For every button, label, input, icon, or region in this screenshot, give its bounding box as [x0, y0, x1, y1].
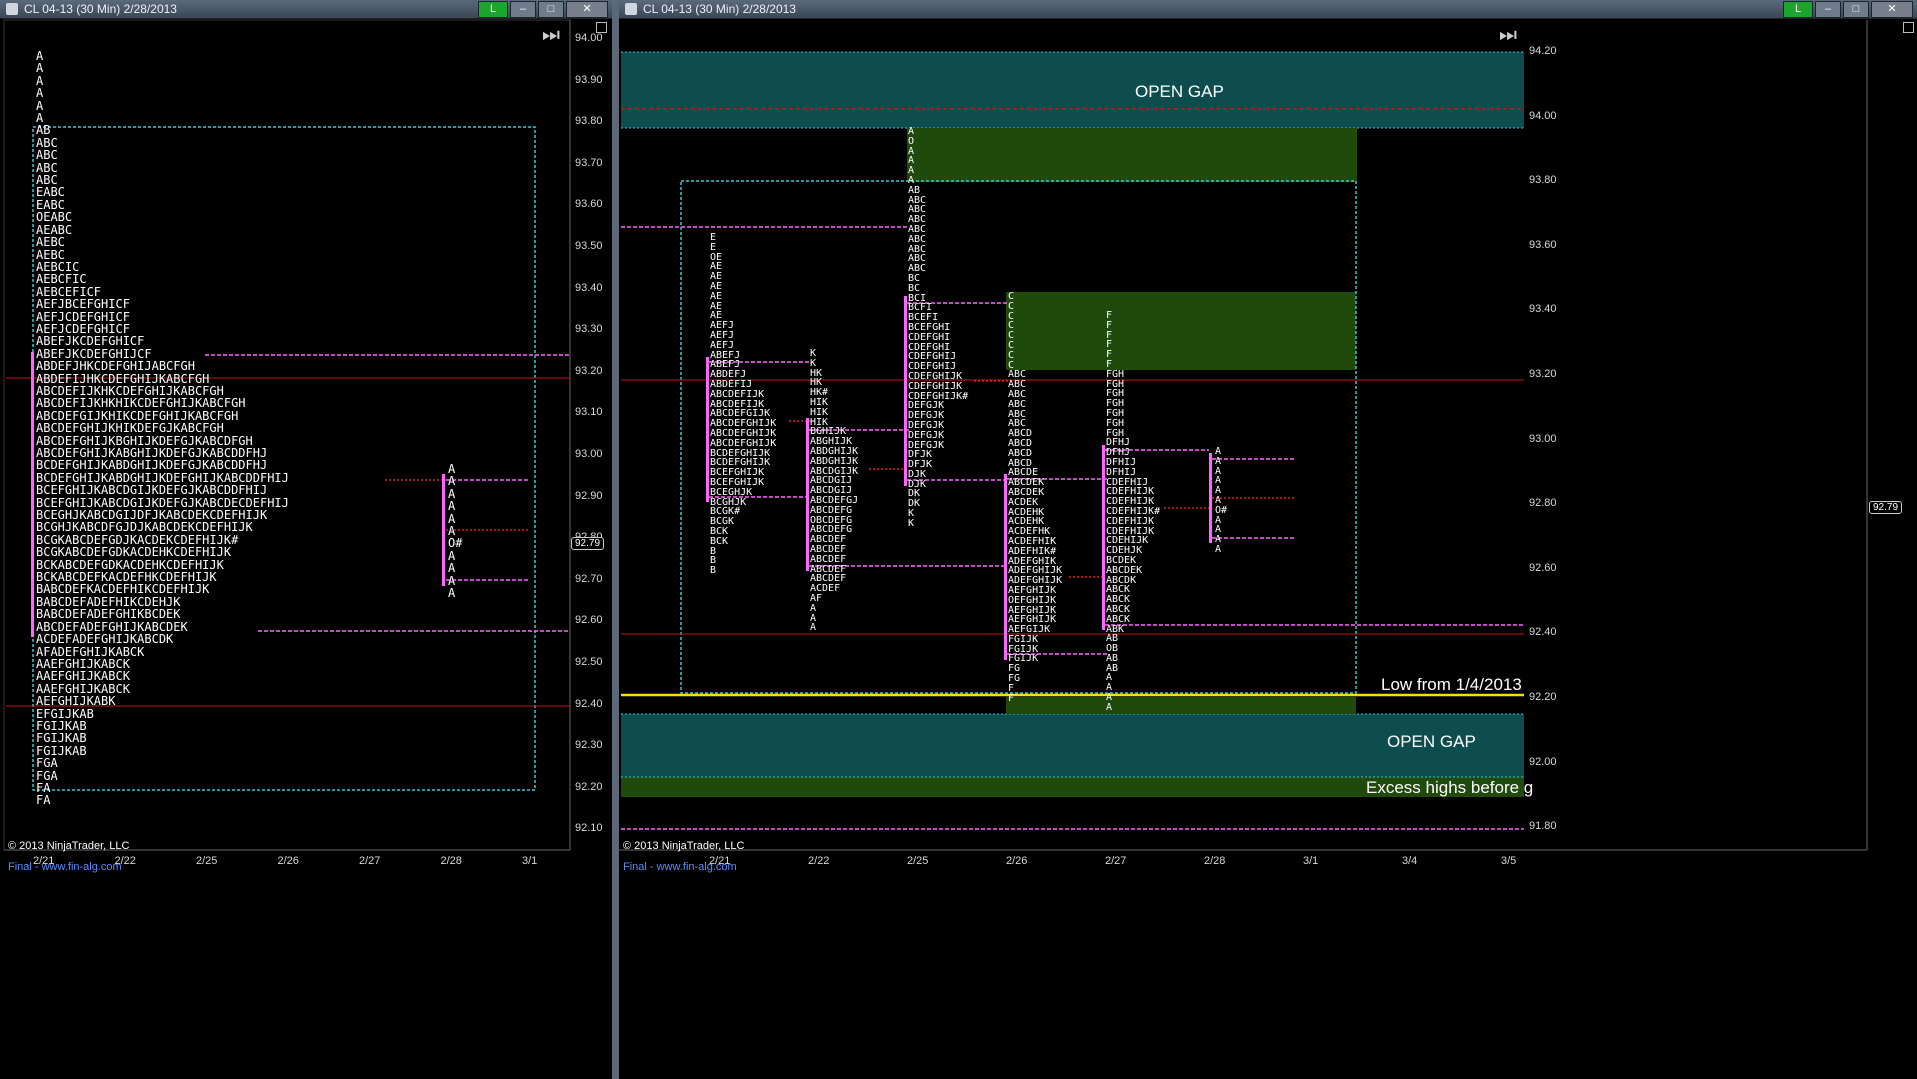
price-tick-label: 92.20 — [575, 780, 603, 793]
price-tick-label: 93.40 — [575, 281, 603, 294]
date-tick-label: 3/4 — [1402, 855, 1418, 867]
panel-toggle-icon[interactable] — [1903, 22, 1914, 33]
footer-link[interactable]: Final - www.fin-alg.com — [8, 861, 122, 873]
date-tick-label: 2/28 — [440, 855, 462, 867]
date-tick-label: 3/5 — [1501, 855, 1517, 867]
price-tick-label: 92.60 — [1529, 561, 1557, 574]
price-tick-label: 93.40 — [1529, 303, 1557, 316]
price-tick-label: 93.20 — [575, 364, 603, 377]
copyright-text: © 2013 NinjaTrader, LLC — [8, 840, 130, 852]
day-profile: A A A A A A O# A A A A — [448, 462, 463, 601]
day-profile: K K HK HK HK# HIK HIK HIK BGHIJK ABGHIJK… — [810, 348, 859, 634]
current-price-marker: 92.79 — [571, 537, 605, 550]
date-tick-label: 3/1 — [522, 855, 538, 867]
profile-bar — [806, 418, 809, 571]
price-tick-label: 94.20 — [1529, 45, 1557, 57]
date-tick-label: 2/27 — [1105, 855, 1127, 867]
price-tick-label: 92.70 — [575, 572, 603, 585]
skip-to-end-icon[interactable]: ⏭ — [542, 24, 560, 47]
price-tick-label: 92.90 — [575, 489, 603, 502]
price-tick-label: 92.40 — [1529, 626, 1557, 639]
low-label: Low from 1/4/2013 — [1381, 675, 1522, 694]
price-tick-label: 92.80 — [1529, 497, 1557, 510]
date-tick-label: 2/27 — [359, 855, 381, 867]
current-price-marker: 92.79 — [1869, 501, 1903, 514]
date-tick-label: 3/1 — [1303, 855, 1319, 867]
profile-bar — [904, 296, 907, 486]
price-tick-label: 93.90 — [575, 73, 603, 86]
date-tick-label: 2/25 — [907, 855, 929, 867]
footer-link[interactable]: Final - www.fin-alg.com — [623, 861, 737, 873]
profile-bar — [442, 474, 445, 586]
right-chart-window[interactable]: CL 04-13 (30 Min) 2/28/2013 L – □ ✕ ⏭ OP… — [619, 0, 1917, 1079]
profile-bar — [1102, 445, 1105, 630]
day-profile: F F F F F F FGH FGH FGH FGH FGH FGH FGH … — [1106, 310, 1161, 713]
profile-bar — [31, 352, 34, 637]
window-separator[interactable] — [612, 0, 619, 1079]
profile-bar — [1209, 453, 1212, 543]
date-tick-label: 2/25 — [196, 855, 218, 867]
price-tick-label: 91.80 — [1529, 820, 1557, 833]
price-tick-label: 93.00 — [575, 448, 603, 460]
price-tick-label: 93.30 — [575, 323, 603, 336]
price-tick-label: 92.40 — [575, 697, 603, 710]
left-chart-window[interactable]: CL 04-13 (30 Min) 2/28/2013 L – □ ✕ ⏭ A … — [0, 0, 612, 1079]
copyright-text: © 2013 NinjaTrader, LLC — [623, 840, 745, 852]
price-tick-label: 93.80 — [575, 115, 603, 128]
composite-profile: A A A A A A AB ABC ABC ABC ABC EABC EABC… — [36, 49, 289, 808]
day-profile: C C C C C C C C ABC ABC ABC ABC ABC ABC … — [1008, 291, 1063, 704]
open-gap-zone-top — [621, 52, 1524, 128]
day-profile: A O A A A A AB ABC ABC ABC ABC ABC ABC A… — [908, 126, 969, 529]
price-tick-label: 93.10 — [575, 406, 603, 419]
price-tick-label: 92.50 — [575, 656, 603, 668]
open-gap-label: OPEN GAP — [1135, 82, 1224, 101]
date-tick-label: 2/26 — [1006, 855, 1028, 867]
open-gap-label: OPEN GAP — [1387, 732, 1476, 751]
price-tick-label: 94.00 — [575, 32, 603, 44]
price-tick-label: 92.10 — [575, 822, 603, 835]
price-tick-label: 93.60 — [1529, 238, 1557, 251]
profile-bar — [706, 357, 709, 502]
price-tick-label: 93.00 — [1529, 432, 1557, 445]
date-tick-label: 2/26 — [277, 855, 299, 867]
price-tick-label: 92.30 — [575, 739, 603, 752]
price-tick-label: 92.60 — [575, 614, 603, 627]
price-tick-label: 93.60 — [575, 198, 603, 211]
day-profile: E E OE AE AE AE AE AE AE AEFJ AEFJ AEFJ … — [710, 232, 777, 577]
day-profile: A A A A A A O# A A A A — [1215, 446, 1228, 555]
price-tick-label: 93.50 — [575, 240, 603, 252]
price-tick-label: 92.20 — [1529, 691, 1557, 703]
green-zone — [907, 128, 1357, 182]
price-tick-label: 94.00 — [1529, 109, 1557, 122]
price-tick-label: 92.00 — [1529, 755, 1557, 768]
date-tick-label: 2/28 — [1204, 855, 1226, 867]
price-tick-label: 93.70 — [575, 156, 603, 169]
profile-bar — [1004, 474, 1007, 660]
skip-to-end-icon[interactable]: ⏭ — [1499, 24, 1517, 47]
price-tick-label: 93.20 — [1529, 368, 1557, 380]
price-tick-label: 93.80 — [1529, 174, 1557, 187]
excess-label: Excess highs before g — [1366, 778, 1534, 797]
date-tick-label: 2/22 — [808, 855, 830, 867]
